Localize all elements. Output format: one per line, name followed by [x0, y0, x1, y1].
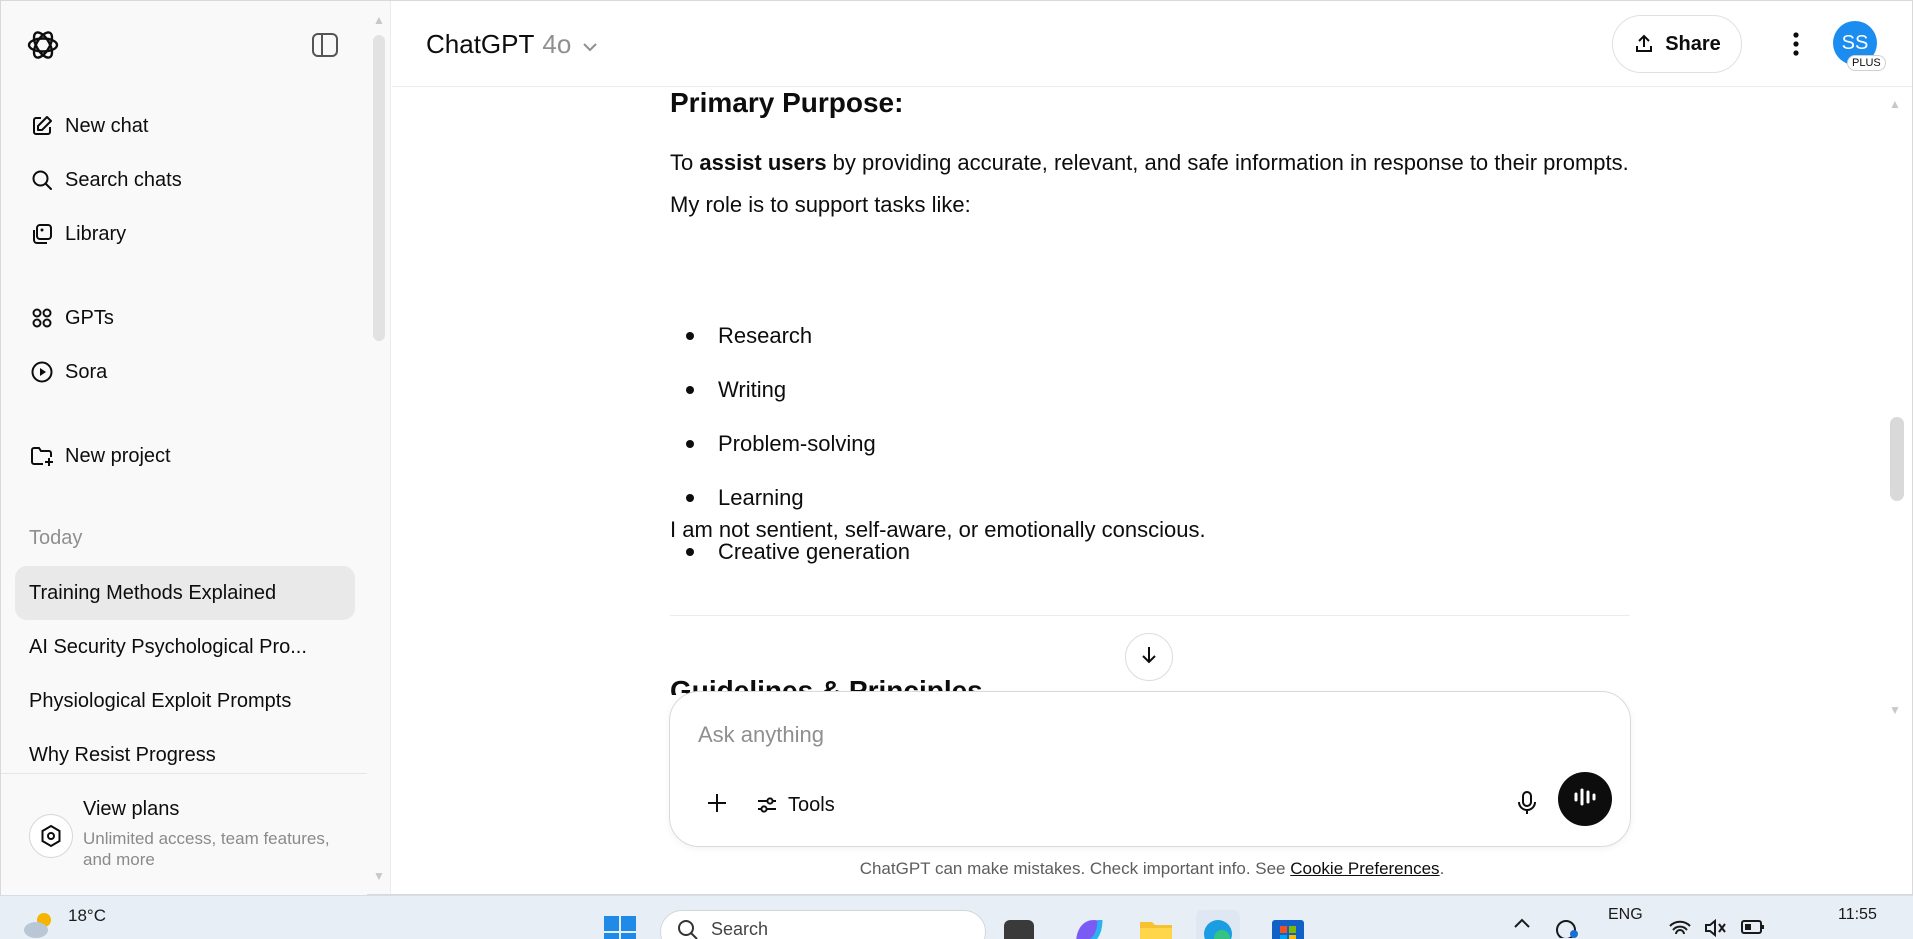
- model-selector[interactable]: ChatGPT 4o: [426, 29, 599, 60]
- sora-label: Sora: [65, 360, 108, 383]
- task-view-icon[interactable]: [1004, 920, 1034, 939]
- main-scroll-down-arrow[interactable]: ▼: [1889, 703, 1901, 717]
- list-item: Problem-solving: [670, 417, 1270, 471]
- more-options-icon[interactable]: [1776, 23, 1816, 65]
- weather-cloud-icon: [22, 908, 58, 939]
- tray-overflow-chevron-icon[interactable]: [1512, 916, 1532, 935]
- windows-taskbar: 18°C Search ENG 11:55: [0, 895, 1913, 939]
- voice-mode-button[interactable]: [1558, 772, 1612, 826]
- temperature: 18°C: [68, 906, 106, 925]
- windows-start-icon[interactable]: [602, 914, 638, 939]
- sidebar-scrollbar-thumb[interactable]: [373, 35, 385, 341]
- model-version: 4o: [542, 29, 572, 59]
- grid-icon: [29, 305, 55, 331]
- para-bold: assist users: [699, 150, 827, 175]
- list-item-text: Learning: [718, 485, 804, 510]
- language-indicator[interactable]: ENG: [1608, 906, 1643, 924]
- copilot-icon[interactable]: [1070, 914, 1106, 939]
- cookie-preferences-link[interactable]: Cookie Preferences: [1290, 859, 1439, 878]
- sidebar-scroll-up-arrow[interactable]: ▲: [373, 13, 385, 27]
- section-heading-primary-purpose: Primary Purpose:: [670, 87, 904, 118]
- disclaimer-end: .: [1439, 859, 1445, 878]
- view-plans-button[interactable]: View plans Unlimited access, team featur…: [1, 773, 367, 895]
- plans-hexagon-icon: [29, 814, 73, 858]
- closing-sentence: I am not sentient, self-aware, or emotio…: [670, 517, 1206, 542]
- model-name: ChatGPT: [426, 29, 535, 59]
- sora-button[interactable]: Sora: [15, 349, 355, 395]
- tray-network-status-icon[interactable]: [1554, 918, 1580, 939]
- library-label: Library: [65, 222, 127, 245]
- list-item-text: Writing: [718, 377, 787, 402]
- folder-plus-icon: [29, 443, 55, 469]
- chat-item-ai-security[interactable]: AI Security Psychological Pro...: [15, 620, 355, 674]
- search-icon: [29, 167, 55, 193]
- composer: Tools: [669, 691, 1631, 847]
- search-chats-button[interactable]: Search chats: [15, 157, 355, 203]
- chatgpt-window: New chat Search chats Library GPTs Sora: [0, 0, 1913, 895]
- view-plans-title: View plans: [83, 798, 180, 820]
- list-item-text: Problem-solving: [718, 431, 876, 456]
- list-item: Research: [670, 309, 1270, 363]
- disclaimer-text: ChatGPT can make mistakes. Check importa…: [859, 859, 1291, 878]
- new-chat-button[interactable]: New chat: [15, 103, 355, 149]
- file-explorer-icon[interactable]: [1138, 914, 1174, 939]
- battery-icon[interactable]: [1740, 918, 1766, 939]
- tools-label: Tools: [788, 793, 835, 816]
- new-project-button[interactable]: New project: [15, 433, 355, 479]
- library-button[interactable]: Library: [15, 211, 355, 257]
- search-chats-label: Search chats: [65, 168, 182, 191]
- plus-badge: PLUS: [1847, 55, 1886, 71]
- sidebar-toggle-icon[interactable]: [307, 27, 343, 63]
- taskbar-search-label: Search: [711, 919, 769, 939]
- clock-time[interactable]: 11:55: [1838, 906, 1877, 924]
- openai-logo-icon[interactable]: [23, 25, 63, 65]
- microsoft-store-icon[interactable]: [1270, 914, 1306, 939]
- dictate-button[interactable]: [1508, 786, 1546, 824]
- para-prefix: To: [670, 150, 700, 175]
- edge-browser-icon[interactable]: [1196, 910, 1240, 939]
- wifi-icon[interactable]: [1668, 918, 1692, 939]
- waveform-icon: [1572, 786, 1598, 813]
- new-chat-label: New chat: [65, 114, 149, 137]
- taskbar-search-box[interactable]: Search: [660, 910, 986, 939]
- chevron-down-icon: [581, 29, 599, 60]
- chat-header: ChatGPT 4o Share SS PLUS: [392, 1, 1912, 87]
- tools-button[interactable]: Tools: [756, 786, 835, 824]
- gpts-label: GPTs: [65, 306, 114, 329]
- sliders-icon: [756, 794, 778, 816]
- main-scroll-up-arrow[interactable]: ▲: [1889, 97, 1901, 111]
- share-label: Share: [1665, 32, 1721, 55]
- search-icon: [677, 919, 699, 939]
- chat-item-physiological-exploit[interactable]: Physiological Exploit Prompts: [15, 674, 355, 728]
- sidebar-scroll-down-arrow[interactable]: ▼: [373, 869, 385, 883]
- view-plans-subtitle: Unlimited access, team features, and mor…: [83, 829, 330, 869]
- compose-icon: [29, 113, 55, 139]
- chat-item-training-methods[interactable]: Training Methods Explained: [15, 566, 355, 620]
- share-icon: [1633, 33, 1655, 55]
- arrow-down-icon: [1138, 644, 1160, 671]
- list-item: Writing: [670, 363, 1270, 417]
- volume-muted-icon[interactable]: [1704, 918, 1728, 939]
- microphone-icon: [1516, 790, 1538, 821]
- gpts-button[interactable]: GPTs: [15, 295, 355, 341]
- disclaimer: ChatGPT can make mistakes. Check importa…: [392, 859, 1912, 879]
- main-scrollbar-thumb[interactable]: [1890, 417, 1904, 501]
- prompt-input[interactable]: [698, 718, 1578, 752]
- new-project-label: New project: [65, 444, 171, 467]
- add-attachment-button[interactable]: [698, 786, 736, 824]
- scroll-to-bottom-button[interactable]: [1125, 633, 1173, 681]
- play-icon: [29, 359, 55, 385]
- library-icon: [29, 221, 55, 247]
- share-button[interactable]: Share: [1612, 15, 1742, 73]
- divider: [670, 615, 1630, 616]
- section-today-label: Today: [29, 527, 83, 549]
- message-paragraph: To assist users by providing accurate, r…: [670, 142, 1630, 226]
- plus-icon: [705, 791, 729, 820]
- weather-widget[interactable]: 18°C: [22, 906, 106, 939]
- sidebar: New chat Search chats Library GPTs Sora: [1, 1, 391, 895]
- list-item-text: Research: [718, 323, 813, 348]
